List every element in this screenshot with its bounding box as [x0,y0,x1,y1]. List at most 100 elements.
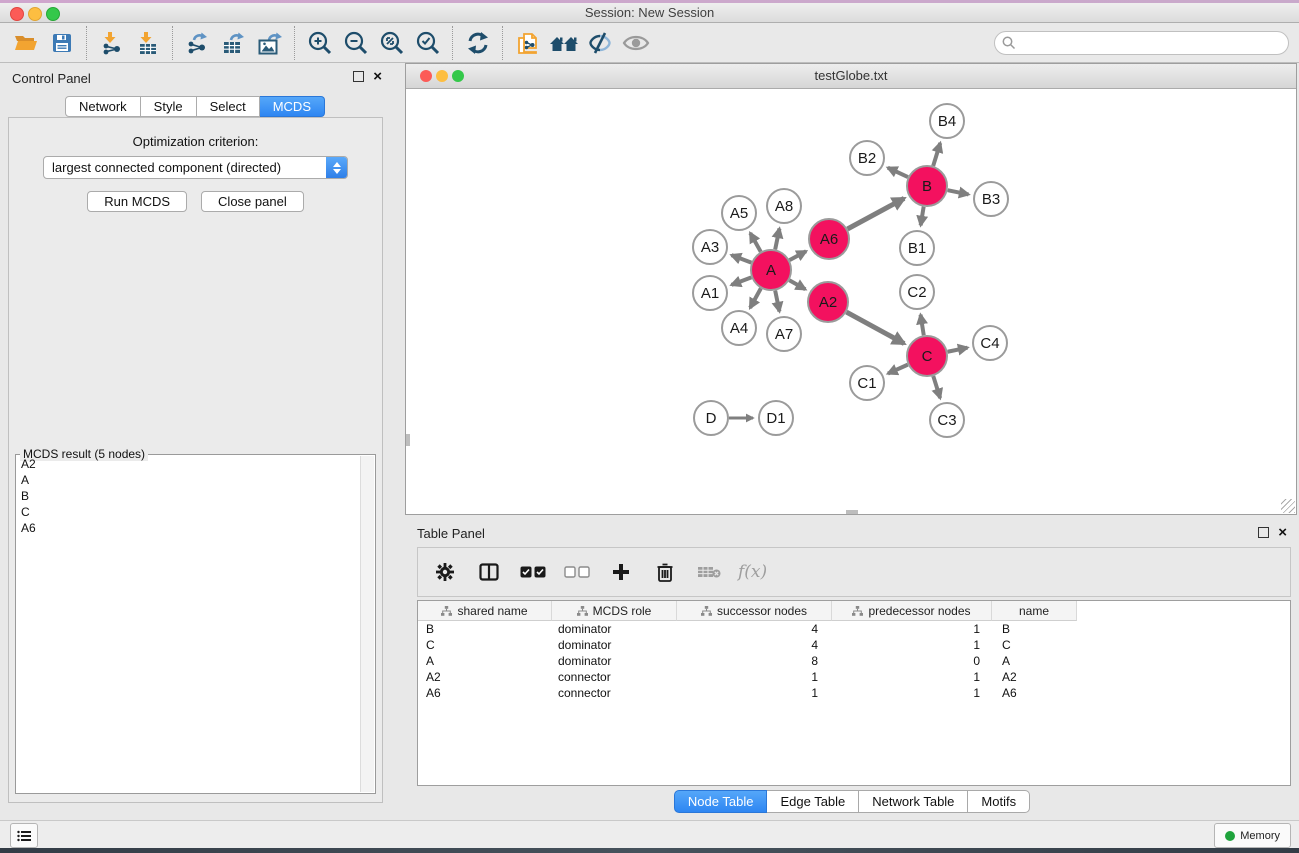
graph-node-C1[interactable]: C1 [850,366,884,400]
tab-network-table[interactable]: Network Table [859,790,968,813]
resize-grip[interactable] [406,434,410,446]
graph-node-A1[interactable]: A1 [693,276,727,310]
graph-node-A8[interactable]: A8 [767,189,801,223]
graph-node-C4[interactable]: C4 [973,326,1007,360]
column-header-successor-nodes[interactable]: successor nodes [677,601,832,621]
select-all-columns-button[interactable] [518,556,548,588]
delete-table-button[interactable] [694,556,724,588]
graph-edge-C-C3[interactable] [933,376,940,398]
show-details-button[interactable] [618,26,654,60]
result-item[interactable]: A [17,472,361,488]
zoom-selected-button[interactable] [410,26,446,60]
clone-network-button[interactable] [510,26,546,60]
tab-mcds[interactable]: MCDS [260,96,325,117]
delete-column-button[interactable] [650,556,680,588]
graph-edge-A-A7[interactable] [775,291,779,312]
zoom-in-button[interactable] [302,26,338,60]
memory-button[interactable]: Memory [1214,823,1291,848]
graph-edge-A-A6[interactable] [790,251,807,260]
network-canvas[interactable]: A5 A8A6 A3 A A1 A2 A4 A7 B2 B4 B B3 B1 C2 C4 C C1 C3 D D1 [407,89,1295,514]
save-session-button[interactable] [44,26,80,60]
tab-motifs[interactable]: Motifs [968,790,1030,813]
graph-node-C[interactable]: C [907,336,947,376]
graph-node-C2[interactable]: C2 [900,275,934,309]
graph-node-A7[interactable]: A7 [767,317,801,351]
result-item[interactable]: A6 [17,520,361,536]
graph-node-B4[interactable]: B4 [930,104,964,138]
graph-node-A4[interactable]: A4 [722,311,756,345]
graph-edge-A6-B[interactable] [847,198,904,229]
graph-node-A[interactable]: A [751,250,791,290]
result-item[interactable]: A2 [17,456,361,472]
table-row[interactable]: Cdominator41C [418,637,1290,653]
graph-node-A3[interactable]: A3 [693,230,727,264]
float-panel-icon[interactable] [1258,527,1269,538]
graph-edge-B-B1[interactable] [921,207,924,226]
graph-edge-A-A1[interactable] [732,277,752,284]
tab-style[interactable]: Style [141,96,197,117]
result-item[interactable]: C [17,504,361,520]
graph-node-C3[interactable]: C3 [930,403,964,437]
import-network-button[interactable] [94,26,130,60]
search-input[interactable] [994,31,1289,55]
graph-node-A5[interactable]: A5 [722,196,756,230]
export-image-button[interactable] [252,26,288,60]
resize-grip[interactable] [846,510,858,514]
task-history-button[interactable] [10,823,38,848]
graph-node-B2[interactable]: B2 [850,141,884,175]
graph-node-B1[interactable]: B1 [900,231,934,265]
column-header-predecessor-nodes[interactable]: predecessor nodes [832,601,992,621]
column-header-MCDS-role[interactable]: MCDS role [552,601,677,621]
export-table-button[interactable] [216,26,252,60]
graph-node-D[interactable]: D [694,401,728,435]
column-header-name[interactable]: name [992,601,1077,621]
close-panel-icon[interactable]: × [373,71,382,82]
hide-details-button[interactable] [582,26,618,60]
graph-edge-B-B3[interactable] [948,190,969,194]
criterion-dropdown[interactable]: largest connected component (directed) [43,156,348,179]
graph-edge-A-A2[interactable] [789,280,805,289]
graph-edge-C-C4[interactable] [948,348,968,352]
tab-node-table[interactable]: Node Table [674,790,768,813]
graph-edge-B-B4[interactable] [933,143,940,166]
zoom-fit-button[interactable] [374,26,410,60]
close-panel-icon[interactable]: × [1278,527,1287,538]
graph-node-A6[interactable]: A6 [809,219,849,259]
float-panel-icon[interactable] [353,71,364,82]
graph-node-B[interactable]: B [907,166,947,206]
close-panel-button[interactable]: Close panel [201,191,304,212]
graph-edge-A-A5[interactable] [750,233,760,252]
result-item[interactable]: B [17,488,361,504]
open-session-button[interactable] [8,26,44,60]
tab-edge-table[interactable]: Edge Table [767,790,859,813]
table-row[interactable]: A6connector11A6 [418,685,1290,701]
graph-edge-A2-C[interactable] [846,312,904,343]
split-view-button[interactable] [474,556,504,588]
resize-grip-corner[interactable] [1281,499,1295,513]
home-layout-button[interactable] [546,26,582,60]
export-network-button[interactable] [180,26,216,60]
table-row[interactable]: Adominator80A [418,653,1290,669]
refresh-button[interactable] [460,26,496,60]
result-scrollbar[interactable] [360,456,374,792]
table-row[interactable]: Bdominator41B [418,621,1290,637]
unselect-all-columns-button[interactable] [562,556,592,588]
graph-edge-A-A3[interactable] [732,255,752,262]
import-table-button[interactable] [130,26,166,60]
table-row[interactable]: A2connector11A2 [418,669,1290,685]
tab-select[interactable]: Select [197,96,260,117]
graph-edge-C-C1[interactable] [888,365,908,374]
graph-edge-C-C2[interactable] [921,315,924,336]
table-settings-button[interactable] [430,556,460,588]
graph-edge-A-A8[interactable] [775,229,779,250]
tab-network[interactable]: Network [65,96,141,117]
graph-node-D1[interactable]: D1 [759,401,793,435]
add-column-button[interactable] [606,556,636,588]
run-mcds-button[interactable]: Run MCDS [87,191,187,212]
graph-edge-B-B2[interactable] [888,168,908,177]
graph-edge-A-A4[interactable] [750,288,761,307]
graph-node-A2[interactable]: A2 [808,282,848,322]
zoom-out-button[interactable] [338,26,374,60]
graph-node-B3[interactable]: B3 [974,182,1008,216]
column-header-shared-name[interactable]: shared name [418,601,552,621]
